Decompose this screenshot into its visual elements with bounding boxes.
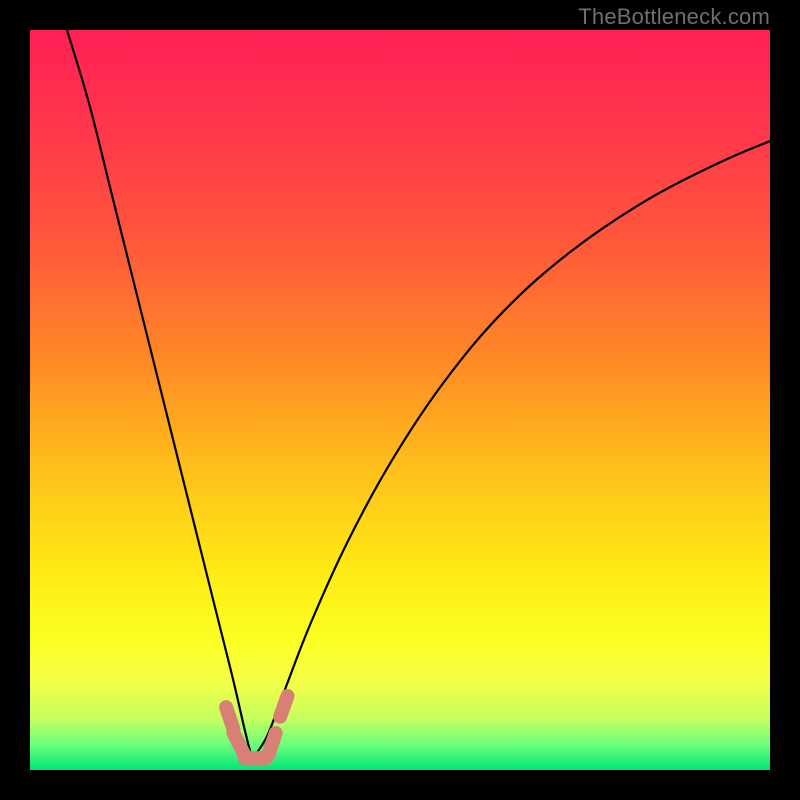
minimum-marker-icon — [226, 696, 287, 758]
watermark: TheBottleneck.com — [578, 4, 770, 30]
bottleneck-curve-left — [67, 30, 252, 759]
plot-area — [30, 30, 770, 770]
curve-layer — [30, 30, 770, 770]
frame: TheBottleneck.com — [0, 0, 800, 800]
bottleneck-curve-right — [252, 141, 770, 759]
